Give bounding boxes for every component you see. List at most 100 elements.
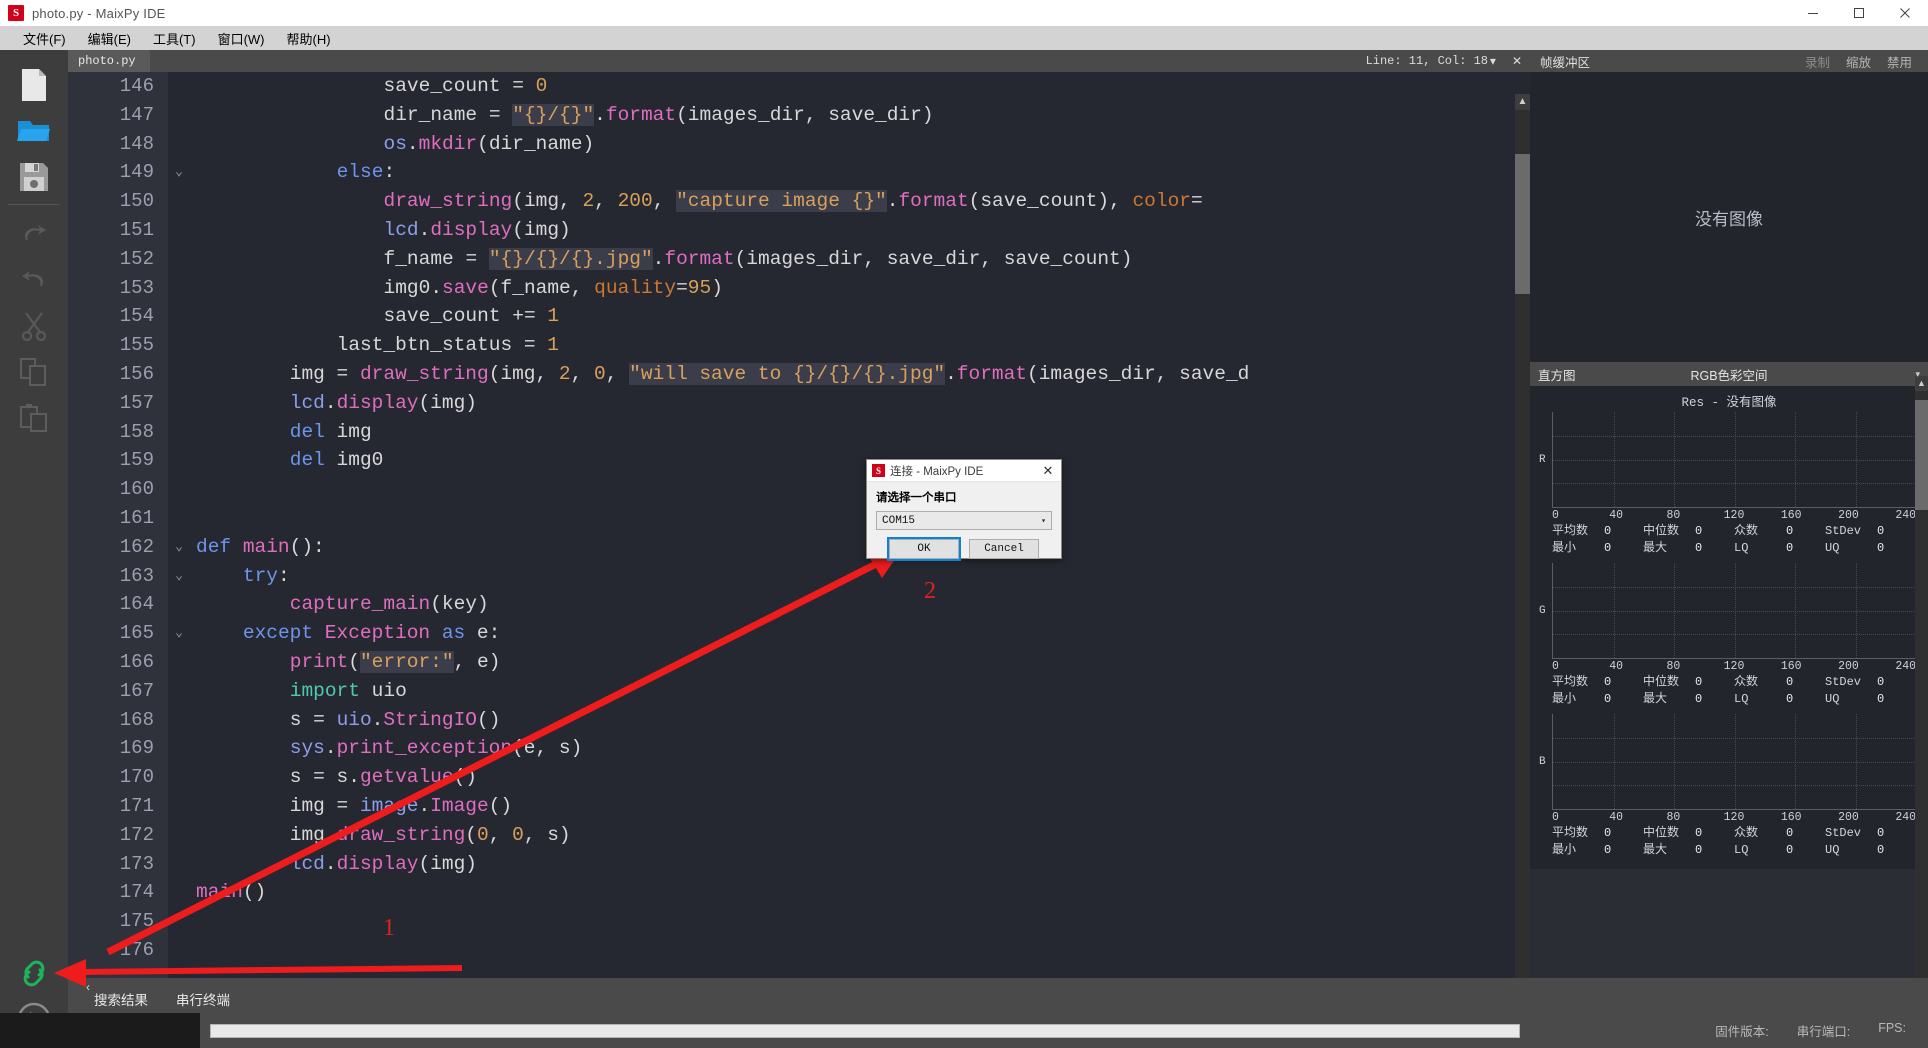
code-line[interactable]: 155 last_btn_status = 1 <box>68 331 1530 360</box>
menu-tools[interactable]: 工具(T) <box>142 27 207 50</box>
code-line[interactable]: 165 ⌄ except Exception as e: <box>68 619 1530 648</box>
close-icon[interactable] <box>1882 0 1928 26</box>
tab-serial-terminal[interactable]: 串行终端 <box>162 989 244 1009</box>
cut-icon[interactable] <box>10 303 58 349</box>
code-line[interactable]: 172 img.draw_string(0, 0, s) <box>68 821 1530 850</box>
zoom-button[interactable]: 缩放 <box>1846 52 1871 71</box>
code-line[interactable]: 176 <box>68 936 1530 965</box>
stats-cell: 最小 0 <box>1552 540 1643 557</box>
code-token: 0 <box>512 823 524 846</box>
status-bar-left-spacer <box>0 1013 200 1048</box>
redo-icon[interactable] <box>10 257 58 303</box>
code-token: (img) <box>512 218 571 241</box>
new-file-icon[interactable] <box>10 62 58 108</box>
tab-close-icon[interactable]: ✕ <box>1504 50 1530 72</box>
code-line[interactable]: 154 save_count += 1 <box>68 302 1530 331</box>
record-button[interactable]: 录制 <box>1805 52 1830 71</box>
cancel-button[interactable]: Cancel <box>969 539 1039 559</box>
line-number: 151 <box>119 218 154 241</box>
code-line[interactable]: 162 ⌄ def main(): <box>68 533 1530 562</box>
stats-key: 最小 <box>1552 541 1577 555</box>
code-text: os.mkdir(dir_name) <box>196 130 595 159</box>
code-line[interactable]: 160 <box>68 475 1530 504</box>
serial-port-value: COM15 <box>882 514 916 527</box>
code-line[interactable]: 175 <box>68 907 1530 936</box>
code-line[interactable]: 166 print("error:", e) <box>68 648 1530 677</box>
code-line[interactable]: 171 img = image.Image() <box>68 792 1530 821</box>
code-line[interactable]: 151 lcd.display(img) <box>68 216 1530 245</box>
axis-tick-label: 240 <box>1895 660 1917 673</box>
stats-row: 平均数 0 中位数 0 众数 0 StDev 0 <box>1552 523 1916 540</box>
ok-button[interactable]: OK <box>887 537 961 561</box>
editor-tab-photo-py[interactable]: photo.py <box>68 50 150 72</box>
code-token: : <box>277 564 290 587</box>
vertical-scroll-thumb[interactable] <box>1515 154 1530 294</box>
menu-help[interactable]: 帮助(H) <box>276 27 342 50</box>
annotation-marker-2: 2 <box>924 578 936 604</box>
code-token: (img, <box>512 190 583 213</box>
code-line[interactable]: 153 img0.save(f_name, quality=95) <box>68 274 1530 303</box>
hist-scroll-thumb[interactable] <box>1915 400 1928 510</box>
code-line[interactable]: 167 import uio <box>68 677 1530 706</box>
line-number: 170 <box>119 766 154 789</box>
chevron-down-icon[interactable]: ▾ <box>1915 369 1920 380</box>
menu-file[interactable]: 文件(F) <box>12 27 77 50</box>
connect-link-icon[interactable] <box>10 950 58 996</box>
code-line[interactable]: 147 dir_name = "{}/{}".format(images_dir,… <box>68 101 1530 130</box>
code-line[interactable]: 156 img = draw_string(img, 2, 0, "will sa… <box>68 360 1530 389</box>
code-editor[interactable]: 146 save_count = 0 147 dir_name = "{}/{}".f… <box>68 72 1530 990</box>
dialog-close-icon[interactable]: ✕ <box>1035 463 1061 479</box>
code-line[interactable]: 174 main() <box>68 878 1530 907</box>
code-line[interactable]: 169 sys.print_exception(e, s) <box>68 734 1530 763</box>
save-icon[interactable] <box>10 154 58 200</box>
tab-dropdown-icon[interactable]: ▾ <box>1482 50 1504 72</box>
tab-search-results[interactable]: 搜索结果 <box>80 989 162 1009</box>
code-line[interactable]: 158 del img <box>68 418 1530 447</box>
editor-vertical-scrollbar[interactable]: ▲ ▼ <box>1515 94 1530 990</box>
code-line[interactable]: 152 f_name = "{}/{}/{}.jpg".format(images… <box>68 245 1530 274</box>
framebuffer-panel-header: 帧缓冲区 录制 缩放 禁用 <box>1530 50 1928 72</box>
copy-icon[interactable] <box>10 349 58 395</box>
line-number: 175 <box>119 910 154 933</box>
code-line[interactable]: 157 lcd.display(img) <box>68 389 1530 418</box>
menu-edit[interactable]: 编辑(E) <box>77 27 142 50</box>
line-number: 166 <box>119 650 154 673</box>
histogram-colorspace-label[interactable]: RGB色彩空间 <box>1530 365 1928 384</box>
code-line[interactable]: 170 s = s.getvalue() <box>68 763 1530 792</box>
framebuffer-view[interactable]: 没有图像 <box>1530 72 1928 362</box>
fold-toggle-icon[interactable]: ⌄ <box>172 562 186 591</box>
code-line[interactable]: 173 lcd.display(img) <box>68 850 1530 879</box>
code-line[interactable]: 159 del img0 <box>68 446 1530 475</box>
line-number: 152 <box>119 247 154 270</box>
code-line[interactable]: 161 <box>68 504 1530 533</box>
fold-toggle-icon[interactable]: ⌄ <box>172 619 186 648</box>
fold-toggle-icon[interactable]: ⌄ <box>172 158 186 187</box>
undo-icon[interactable] <box>10 211 58 257</box>
serial-port-select[interactable]: COM15 ▾ <box>876 511 1052 530</box>
code-line[interactable]: 146 save_count = 0 <box>68 72 1530 101</box>
fps-status: FPS: <box>1878 1021 1906 1035</box>
code-line[interactable]: 148 os.mkdir(dir_name) <box>68 130 1530 159</box>
code-line[interactable]: 168 s = uio.StringIO() <box>68 706 1530 735</box>
code-line[interactable]: 164 capture_main(key) <box>68 590 1530 619</box>
minimize-icon[interactable] <box>1790 0 1836 26</box>
open-folder-icon[interactable] <box>10 108 58 154</box>
stats-key: LQ <box>1734 692 1749 706</box>
stats-cell: UQ 0 <box>1825 842 1916 859</box>
menu-window[interactable]: 窗口(W) <box>207 27 276 50</box>
code-token: = <box>1191 190 1203 213</box>
scroll-up-arrow[interactable]: ▲ <box>1515 94 1530 110</box>
code-line[interactable]: 149 ⌄ else: <box>68 158 1530 187</box>
histogram-plot: B <box>1539 714 1917 810</box>
collapse-icon[interactable]: ‹ <box>86 980 90 994</box>
maximize-icon[interactable] <box>1836 0 1882 26</box>
code-line[interactable]: 150 draw_string(img, 2, 200, "capture ima… <box>68 187 1530 216</box>
histogram-vertical-scrollbar[interactable]: ▲ ▼ <box>1915 376 1928 1013</box>
paste-icon[interactable] <box>10 395 58 441</box>
code-line[interactable]: 163 ⌄ try: <box>68 562 1530 591</box>
fold-toggle-icon[interactable]: ⌄ <box>172 533 186 562</box>
code-token: , <box>605 362 630 385</box>
line-number: 150 <box>119 190 154 213</box>
disable-button[interactable]: 禁用 <box>1887 52 1912 71</box>
stats-value: 0 <box>1877 524 1885 538</box>
